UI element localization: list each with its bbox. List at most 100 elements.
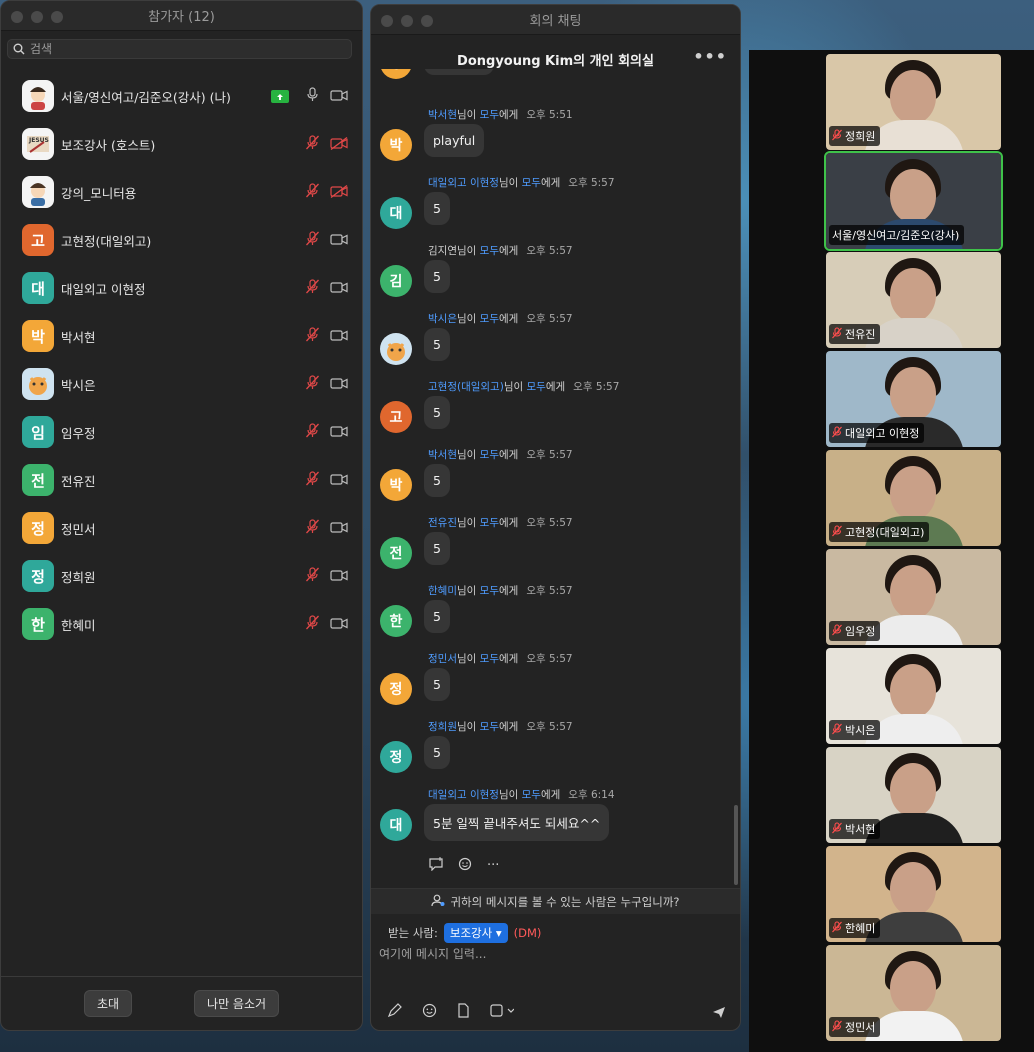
zoom-window-button[interactable] xyxy=(421,15,433,27)
video-tile[interactable]: 임우정 xyxy=(826,549,1001,645)
camera-icon[interactable] xyxy=(330,87,348,106)
video-tile[interactable]: 한혜미 xyxy=(826,846,1001,942)
participant-row[interactable]: 강의_모니터용 xyxy=(1,168,362,216)
chat-message[interactable]: 박 박서현님이 모두에게 오후 5:57 5 xyxy=(371,447,736,511)
mic-muted-icon[interactable] xyxy=(305,519,320,538)
camera-icon[interactable] xyxy=(330,423,348,442)
mic-muted-icon[interactable] xyxy=(305,231,320,250)
video-tile[interactable]: 박서현 xyxy=(826,747,1001,843)
message-bubble[interactable]: warm...! xyxy=(424,69,494,75)
camera-icon[interactable] xyxy=(330,327,348,346)
chat-message[interactable]: 정 정민서님이 모두에게 오후 5:57 5 xyxy=(371,651,736,715)
recipient-all[interactable]: 모두 xyxy=(480,449,499,461)
chat-message[interactable]: 대 대일외고 이현정님이 모두에게 오후 5:57 5 xyxy=(371,175,736,239)
mic-muted-icon[interactable] xyxy=(305,567,320,586)
sender-name[interactable]: 정민서 xyxy=(428,653,457,665)
mic-muted-icon[interactable] xyxy=(305,183,320,202)
sender-name[interactable]: 고현정(대일외고) xyxy=(428,381,504,393)
participant-row[interactable]: 전 전유진 xyxy=(1,456,362,504)
chat-scrollbar[interactable] xyxy=(734,805,738,885)
chat-message[interactable]: 전 전유진님이 모두에게 오후 5:57 5 xyxy=(371,515,736,579)
chat-message[interactable]: 대 대일외고 이현정님이 모두에게 오후 6:14 5분 일찍 끝내주셔도 되세요^^ xyxy=(371,787,736,851)
video-tile[interactable]: 박시은 xyxy=(826,648,1001,744)
mic-muted-icon[interactable] xyxy=(305,327,320,346)
send-icon[interactable] xyxy=(712,1004,726,1023)
participant-row[interactable]: JESUS 보조강사 (호스트) xyxy=(1,120,362,168)
file-icon[interactable] xyxy=(457,1003,470,1022)
message-bubble[interactable]: 5 xyxy=(424,736,450,769)
message-bubble[interactable]: 5분 일찍 끝내주셔도 되세요^^ xyxy=(424,804,610,841)
participant-search[interactable] xyxy=(7,39,352,59)
recipient-all[interactable]: 모두 xyxy=(480,245,499,257)
message-bubble[interactable]: 5 xyxy=(424,668,450,701)
participant-row[interactable]: 서울/영신여고/김준오(강사) (나) xyxy=(1,72,362,120)
camera-icon[interactable] xyxy=(330,519,348,538)
camera-icon[interactable] xyxy=(330,471,348,490)
participant-row[interactable]: 박시은 xyxy=(1,360,362,408)
video-tile[interactable]: 정민서 xyxy=(826,945,1001,1041)
recipient-all[interactable]: 모두 xyxy=(480,721,499,733)
zoom-window-button[interactable] xyxy=(51,11,63,23)
participant-row[interactable]: 고 고현정(대일외고) xyxy=(1,216,362,264)
sender-name[interactable]: 전유진 xyxy=(428,517,457,529)
mic-muted-icon[interactable] xyxy=(305,135,320,154)
message-bubble[interactable]: 5 xyxy=(424,464,450,497)
video-tile[interactable]: 고현정(대일외고) xyxy=(826,450,1001,546)
search-input[interactable] xyxy=(30,42,330,56)
video-tile[interactable]: 정희원 xyxy=(826,54,1001,150)
recipient-all[interactable]: 모두 xyxy=(522,177,541,189)
add-reaction-icon[interactable] xyxy=(458,856,473,875)
participant-row[interactable]: 정 정희원 xyxy=(1,552,362,600)
message-bubble[interactable]: 5 xyxy=(424,328,450,361)
mic-muted-icon[interactable] xyxy=(305,279,320,298)
sender-name[interactable]: 한혜미 xyxy=(428,585,457,597)
recipient-all[interactable]: 모두 xyxy=(480,585,499,597)
camera-icon[interactable] xyxy=(330,231,348,250)
participant-row[interactable]: 대 대일외고 이현정 xyxy=(1,264,362,312)
sender-name[interactable]: 박서현 xyxy=(428,449,457,461)
recipient-all[interactable]: 모두 xyxy=(522,789,541,801)
emoji-icon[interactable] xyxy=(422,1003,437,1022)
close-window-button[interactable] xyxy=(11,11,23,23)
video-tile[interactable]: 대일외고 이현정 xyxy=(826,351,1001,447)
video-tile[interactable]: 서울/영신여고/김준오(강사) xyxy=(824,151,1003,251)
sender-name[interactable]: 대일외고 이현정 xyxy=(428,177,499,189)
message-bubble[interactable]: 5 xyxy=(424,532,450,565)
minimize-window-button[interactable] xyxy=(401,15,413,27)
sender-name[interactable]: 대일외고 이현정 xyxy=(428,789,499,801)
message-bubble[interactable]: 5 xyxy=(424,260,450,293)
chat-message[interactable]: 정 정희원님이 모두에게 오후 5:57 5 xyxy=(371,719,736,783)
invite-button[interactable]: 초대 xyxy=(83,990,133,1017)
camera-icon[interactable] xyxy=(330,375,348,394)
participant-row[interactable]: 한 한혜미 xyxy=(1,600,362,648)
window-controls[interactable] xyxy=(381,15,433,27)
video-tile[interactable]: 전유진 xyxy=(826,252,1001,348)
recipient-all[interactable]: 모두 xyxy=(480,653,499,665)
chat-message[interactable]: 정 warm...! xyxy=(371,69,736,89)
chat-message-input[interactable] xyxy=(379,947,729,961)
close-window-button[interactable] xyxy=(381,15,393,27)
recipient-all[interactable]: 모두 xyxy=(527,381,546,393)
more-options-icon[interactable]: ••• xyxy=(693,47,727,66)
message-visibility-bar[interactable]: 귀하의 메시지를 볼 수 있는 사람은 누구입니까? xyxy=(371,888,740,914)
more-actions-icon[interactable]: ··· xyxy=(487,858,499,873)
participant-row[interactable]: 임 임우정 xyxy=(1,408,362,456)
camera-icon[interactable] xyxy=(330,279,348,298)
message-bubble[interactable]: playful xyxy=(424,124,485,157)
chat-message[interactable]: 박시은님이 모두에게 오후 5:57 5 xyxy=(371,311,736,375)
screenshot-icon[interactable] xyxy=(490,1003,515,1022)
chat-message[interactable]: 김 김지연님이 모두에게 오후 5:57 5 xyxy=(371,243,736,307)
chat-message[interactable]: 박 박서현님이 모두에게 오후 5:51 playful xyxy=(371,107,736,171)
recipient-all[interactable]: 모두 xyxy=(480,109,499,121)
window-controls[interactable] xyxy=(11,11,63,23)
sender-name[interactable]: 박시은 xyxy=(428,313,457,325)
sender-name[interactable]: 김지연 xyxy=(428,245,457,257)
reply-icon[interactable] xyxy=(428,856,444,875)
camera-off-icon[interactable] xyxy=(330,183,348,202)
sender-name[interactable]: 박서현 xyxy=(428,109,457,121)
recipient-all[interactable]: 모두 xyxy=(480,517,499,529)
message-bubble[interactable]: 5 xyxy=(424,396,450,429)
participant-row[interactable]: 정 정민서 xyxy=(1,504,362,552)
recipient-all[interactable]: 모두 xyxy=(480,313,499,325)
recipient-dropdown[interactable]: 보조강사 ▾ xyxy=(443,923,508,943)
